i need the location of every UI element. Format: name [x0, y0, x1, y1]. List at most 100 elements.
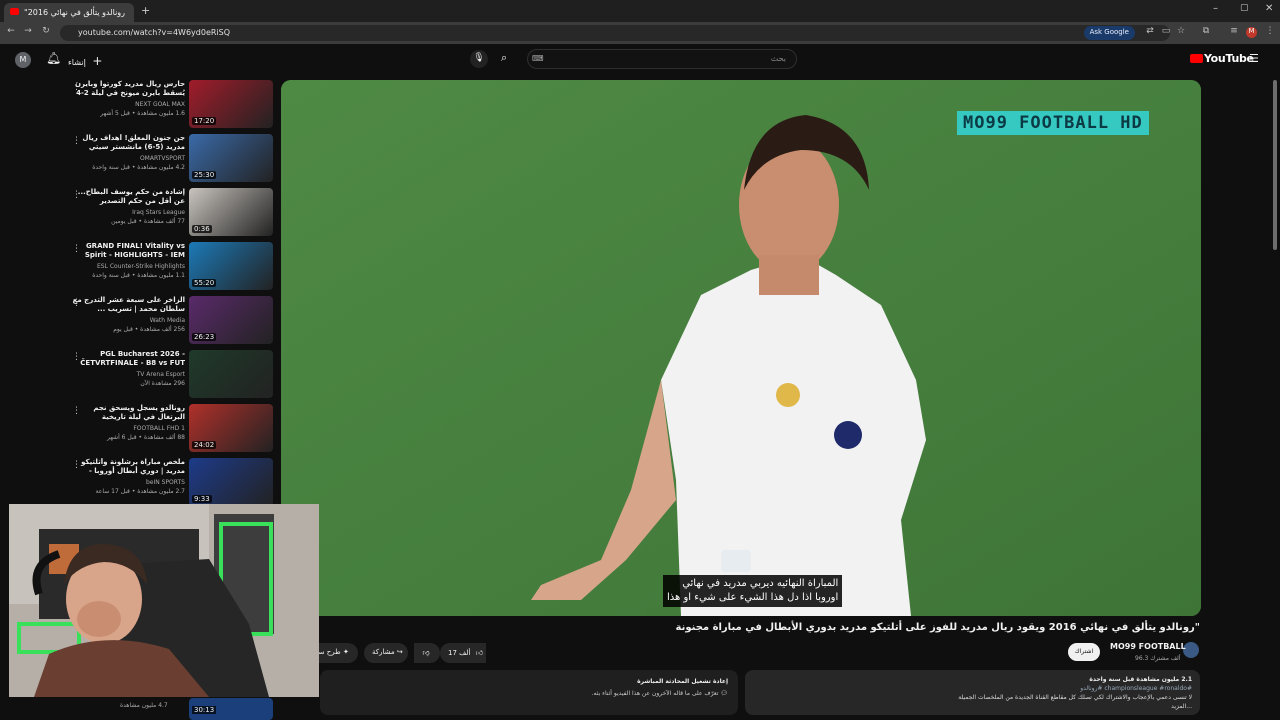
recommendation-title[interactable]: ملخص مباراة برشلونة وأتلتيكو مدريد | دور…: [70, 458, 185, 476]
chat-subtitle-text: تعرّف على ما قاله الآخرون عن هذا الفيديو…: [591, 690, 719, 697]
recommendation-title[interactable]: حارس ريال مدريد كورتوا وبايرن يُسقط باير…: [70, 80, 185, 98]
avatar-letter: M: [19, 55, 27, 64]
ask-google-button[interactable]: Ask Google: [1083, 26, 1135, 40]
bottom-recommendation[interactable]: 30:13: [189, 698, 273, 720]
description-box[interactable]: 2.1 مليون مشاهدة قبل سنة واحدة #champion…: [745, 670, 1200, 715]
browser-tab-bar: "رونالدو يتألق في نهائي 2016 + – ▢ ✕: [0, 0, 1280, 22]
recommendation-stats: 77 ألف مشاهدة • قبل يومين: [111, 218, 185, 225]
keyboard-icon[interactable]: ⌨: [532, 54, 544, 63]
recommendation-channel[interactable]: ESL Counter-Strike Highlights: [70, 263, 185, 270]
recommendation-item[interactable]: ⋮ إشادة من حكم يوسف البطاح... عن أقل من ح…: [60, 188, 275, 240]
recommendation-thumbnail[interactable]: 0:36: [189, 188, 273, 236]
recommendation-thumbnail[interactable]: [189, 350, 273, 398]
recommendation-meta: جن جنون المعلق! أهداف ريال مدريد (5-6) م…: [70, 134, 185, 171]
recommendation-item[interactable]: ⋮ ملخص مباراة برشلونة وأتلتيكو مدريد | دو…: [60, 458, 275, 510]
recommendation-duration: 25:30: [192, 171, 217, 179]
tab-search-icon[interactable]: ≡: [1228, 26, 1240, 36]
recommendation-meta: إشادة من حكم يوسف البطاح... عن أقل من حك…: [70, 188, 185, 225]
recommendation-item[interactable]: ⋮ GRAND FINAL! Vitality vs Spirit - HIGHL…: [60, 242, 275, 294]
new-tab-button[interactable]: +: [141, 4, 150, 17]
recommendation-thumbnail[interactable]: 26:23: [189, 296, 273, 344]
search-placeholder: بحث: [770, 54, 786, 63]
recommendation-item[interactable]: ⋮ الزاخر على سبعة عشر التدرج مع سلطان محم…: [60, 296, 275, 348]
recommendation-thumbnail[interactable]: 25:30: [189, 134, 273, 182]
profile-avatar[interactable]: M: [1246, 27, 1257, 38]
subscribe-button[interactable]: اشتراك: [1068, 643, 1100, 661]
view-stats: 2.1 مليون مشاهدة قبل سنة واحدة: [1089, 676, 1192, 683]
recommendation-item[interactable]: ⋮ PGL Bucharest 2026 - ČETVRTFINALE - B8 …: [60, 350, 275, 402]
thumbs-up-icon: 👍︎: [475, 649, 484, 657]
recommendation-thumbnail[interactable]: 9:33: [189, 458, 273, 506]
voice-search-button[interactable]: 🎙︎: [470, 50, 488, 68]
recommendation-stats: 4.2 مليون مشاهدة • قبل سنة واحدة: [92, 164, 185, 171]
recommendation-channel[interactable]: NEXT GOAL MAX: [70, 101, 185, 108]
channel-name[interactable]: MO99 FOOTBALL: [1110, 642, 1186, 651]
recommendation-channel[interactable]: OMARTVSPORT: [70, 155, 185, 162]
search-input[interactable]: بحث: [527, 49, 797, 69]
youtube-header: M 🔔︎ إنشاء + 🎙︎ ⌕ بحث ⌨ YouTube ☰: [0, 44, 1280, 76]
recommendation-channel[interactable]: Wath Media: [70, 317, 185, 324]
back-icon[interactable]: ←: [5, 26, 17, 36]
recommendation-thumbnail[interactable]: 24:02: [189, 404, 273, 452]
forward-icon[interactable]: →: [22, 26, 34, 36]
recommendation-meta: الزاخر على سبعة عشر التدرج مع سلطان محمد…: [70, 296, 185, 333]
maximize-icon[interactable]: ▢: [1240, 3, 1249, 13]
show-more-link[interactable]: ...المزيد: [753, 702, 1192, 711]
recommendation-title[interactable]: GRAND FINAL! Vitality vs Spirit - HIGHLI…: [70, 242, 185, 260]
account-avatar[interactable]: M: [15, 52, 31, 68]
bottom-rec-duration: 30:13: [192, 706, 217, 714]
cast-icon[interactable]: ▭: [1160, 26, 1172, 36]
chat-subtitle: 💬︎ تعرّف على ما قاله الآخرون عن هذا الفي…: [330, 688, 728, 700]
video-player[interactable]: MO99 FOOTBALL HD المباراة النهائيه ديربي…: [281, 80, 1201, 616]
create-button[interactable]: إنشاء +: [68, 54, 102, 68]
extensions-icon[interactable]: ⧉: [1200, 26, 1212, 36]
recommendation-title[interactable]: جن جنون المعلق! أهداف ريال مدريد (5-6) م…: [70, 134, 185, 152]
video-title: "رونالدو يتألق في نهائي 2016 ويقود ريال …: [675, 622, 1200, 633]
hashtags[interactable]: #championsleague #ronaldo #رونالدو: [753, 684, 1192, 693]
recommendation-channel[interactable]: TV Arena Esport: [70, 371, 185, 378]
recommendation-channel[interactable]: beIN SPORTS: [70, 479, 185, 486]
recommendation-item[interactable]: ⋮ رونالدو يسجل ويسحق نجم البرتغال في ليلة…: [60, 404, 275, 456]
recommendation-thumbnail[interactable]: 55:20: [189, 242, 273, 290]
live-chat-replay[interactable]: إعادة تشغيل المحادثة المباشرة 💬︎ تعرّف ع…: [320, 670, 738, 715]
streamer-webcam: [9, 504, 319, 697]
browser-menu-icon[interactable]: ⋮: [1264, 26, 1276, 36]
sparkle-icon: ✦: [342, 648, 349, 656]
thumbs-down-icon: 👎︎: [422, 649, 430, 657]
share-button[interactable]: مشاركة ↪: [364, 643, 408, 663]
translate-icon[interactable]: ⇄: [1144, 26, 1156, 36]
recommendation-title[interactable]: PGL Bucharest 2026 - ČETVRTFINALE - B8 v…: [70, 350, 185, 368]
recommendation-title[interactable]: رونالدو يسجل ويسحق نجم البرتغال في ليلة …: [70, 404, 185, 422]
bottom-rec-stats: 4.7 مليون مشاهدة: [120, 702, 168, 709]
like-button[interactable]: 17 ألف 👍︎: [440, 643, 486, 663]
recommendation-item[interactable]: ⋮ جن جنون المعلق! أهداف ريال مدريد (5-6) …: [60, 134, 275, 186]
address-bar[interactable]: youtube.com/watch?v=4W6yd0eRiSQ: [60, 25, 1170, 41]
recommendation-item[interactable]: ⋮ حارس ريال مدريد كورتوا وبايرن يُسقط باي…: [60, 80, 275, 132]
share-icon: ↪: [396, 648, 403, 656]
notifications-icon[interactable]: 🔔︎: [46, 51, 61, 65]
reload-icon[interactable]: ↻: [40, 26, 52, 36]
search-button[interactable]: ⌕: [501, 51, 507, 65]
recommendation-duration: 17:20: [192, 117, 217, 125]
minimize-icon[interactable]: –: [1213, 3, 1218, 14]
bookmark-star-icon[interactable]: ☆: [1175, 26, 1187, 36]
hamburger-menu-icon[interactable]: ☰: [1249, 52, 1259, 65]
recommendation-channel[interactable]: FOOTBALL FHD 1: [70, 425, 185, 432]
channel-watermark: MO99 FOOTBALL HD: [957, 111, 1149, 135]
dislike-button[interactable]: 👎︎: [414, 643, 440, 663]
recommendation-title[interactable]: إشادة من حكم يوسف البطاح... عن أقل من حك…: [70, 188, 185, 206]
recommendation-stats: 1.1 مليون مشاهدة • قبل سنة واحدة: [92, 272, 185, 279]
page-scrollbar[interactable]: [1273, 80, 1277, 250]
recommendation-duration: 9:33: [192, 495, 212, 503]
recommendation-title[interactable]: الزاخر على سبعة عشر التدرج مع سلطان محمد…: [70, 296, 185, 314]
share-label: مشاركة: [372, 648, 395, 656]
recommendation-channel[interactable]: Iraq Stars League: [70, 209, 185, 216]
browser-tab[interactable]: "رونالدو يتألق في نهائي 2016: [4, 3, 134, 22]
recommendation-meta: ملخص مباراة برشلونة وأتلتيكو مدريد | دور…: [70, 458, 185, 495]
youtube-logo[interactable]: YouTube: [1190, 52, 1254, 65]
close-window-icon[interactable]: ✕: [1265, 3, 1273, 14]
recommendation-stats: 1.6 مليون مشاهدة • قبل 5 أشهر: [100, 110, 185, 117]
video-subtitles: المباراة النهائيه ديربي مدريد في نهائي ا…: [663, 575, 843, 607]
recommendation-meta: رونالدو يسجل ويسحق نجم البرتغال في ليلة …: [70, 404, 185, 441]
recommendation-thumbnail[interactable]: 17:20: [189, 80, 273, 128]
